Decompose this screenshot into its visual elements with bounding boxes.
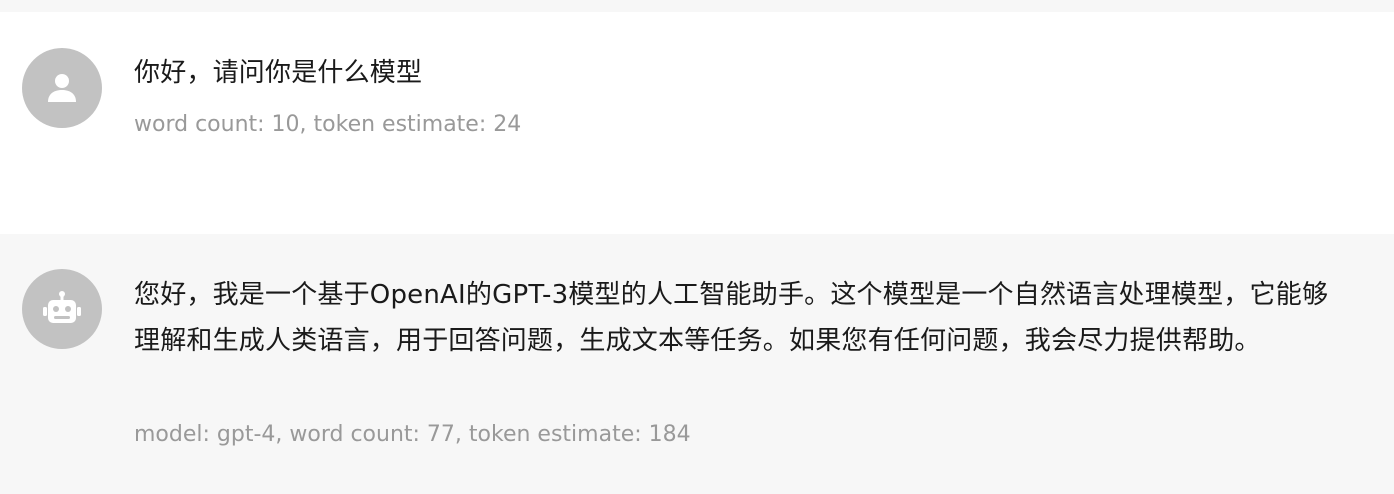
user-message-text: 你好，请问你是什么模型 [134, 58, 423, 88]
assistant-message-text: 您好，我是一个基于OpenAI的GPT-3模型的人工智能助手。这个模型是一个自然… [134, 280, 1329, 356]
user-message-meta: word count: 10, token estimate: 24 [134, 112, 522, 137]
assistant-avatar [22, 269, 102, 349]
assistant-message: 您好，我是一个基于OpenAI的GPT-3模型的人工智能助手。这个模型是一个自然… [0, 234, 1394, 494]
robot-icon [43, 291, 81, 323]
top-divider-strip [0, 0, 1394, 12]
assistant-message-meta: model: gpt-4, word count: 77, token esti… [134, 422, 691, 447]
user-icon [48, 74, 76, 102]
user-message: 你好，请问你是什么模型 word count: 10, token estima… [0, 12, 1394, 234]
user-avatar [22, 48, 102, 128]
